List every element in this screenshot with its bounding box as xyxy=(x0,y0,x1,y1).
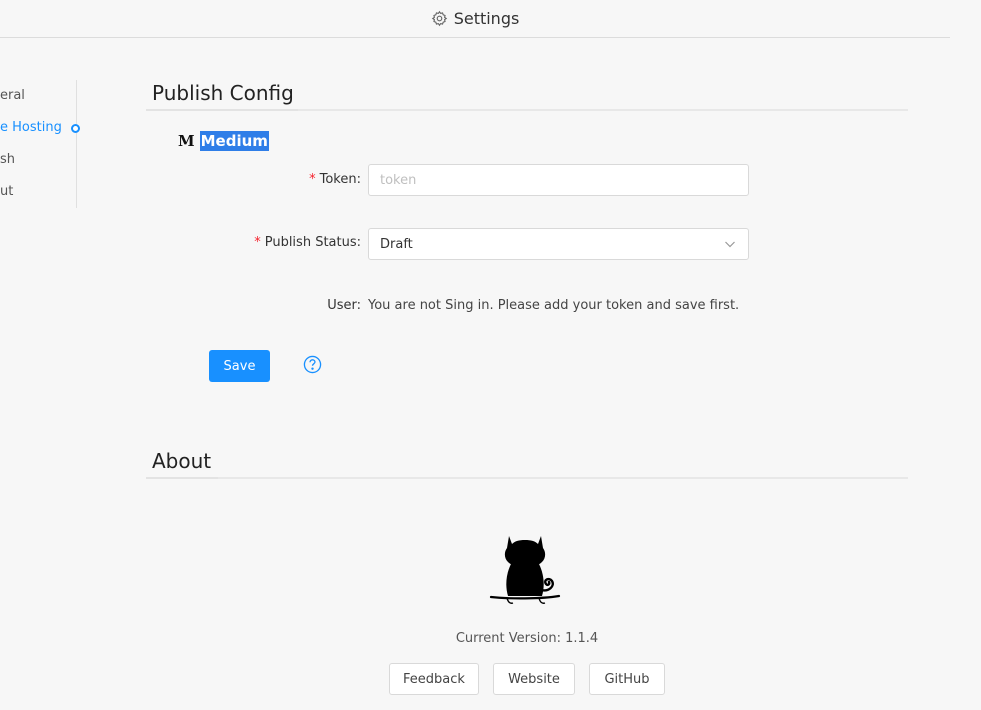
about-heading: About xyxy=(152,449,212,473)
save-button[interactable]: Save xyxy=(209,350,270,382)
github-button[interactable]: GitHub xyxy=(589,663,665,695)
publish-status-select[interactable]: Draft xyxy=(368,228,749,260)
feedback-button[interactable]: Feedback xyxy=(389,663,479,695)
sidebar-item-about[interactable]: ut xyxy=(0,180,13,204)
platform-header: M Medium xyxy=(178,131,269,151)
gear-icon xyxy=(431,10,447,27)
token-input[interactable] xyxy=(368,164,749,196)
window-title: Settings xyxy=(453,9,520,28)
sidebar-item-general[interactable]: eral xyxy=(0,84,25,108)
platform-name: Medium xyxy=(199,131,269,151)
required-marker: * xyxy=(254,235,261,250)
sidebar-item-image-hosting[interactable]: e Hosting xyxy=(0,116,62,140)
publish-config-heading: Publish Config xyxy=(152,81,294,105)
sidebar-nav: eral e Hosting sh ut xyxy=(0,80,80,208)
publish-status-value: Draft xyxy=(380,236,413,252)
website-button[interactable]: Website xyxy=(493,663,575,695)
medium-logo-icon: M xyxy=(178,132,195,150)
user-status-text: You are not Sing in. Please add your tok… xyxy=(368,298,740,313)
sidebar-item-publish[interactable]: sh xyxy=(0,148,15,172)
chevron-down-icon xyxy=(725,241,735,248)
question-circle-icon[interactable] xyxy=(303,355,322,374)
publish-config-divider xyxy=(146,109,908,111)
required-marker: * xyxy=(309,172,316,187)
current-version-text: Current Version: 1.1.4 xyxy=(455,631,599,646)
cat-logo-icon xyxy=(489,536,561,604)
publish-status-label: * Publish Status: xyxy=(254,235,361,250)
window-titlebar: Settings xyxy=(0,0,950,38)
about-divider xyxy=(146,477,908,479)
active-indicator-dot xyxy=(71,124,80,133)
token-label: * Token: xyxy=(309,172,361,187)
user-label: User: xyxy=(327,298,361,313)
